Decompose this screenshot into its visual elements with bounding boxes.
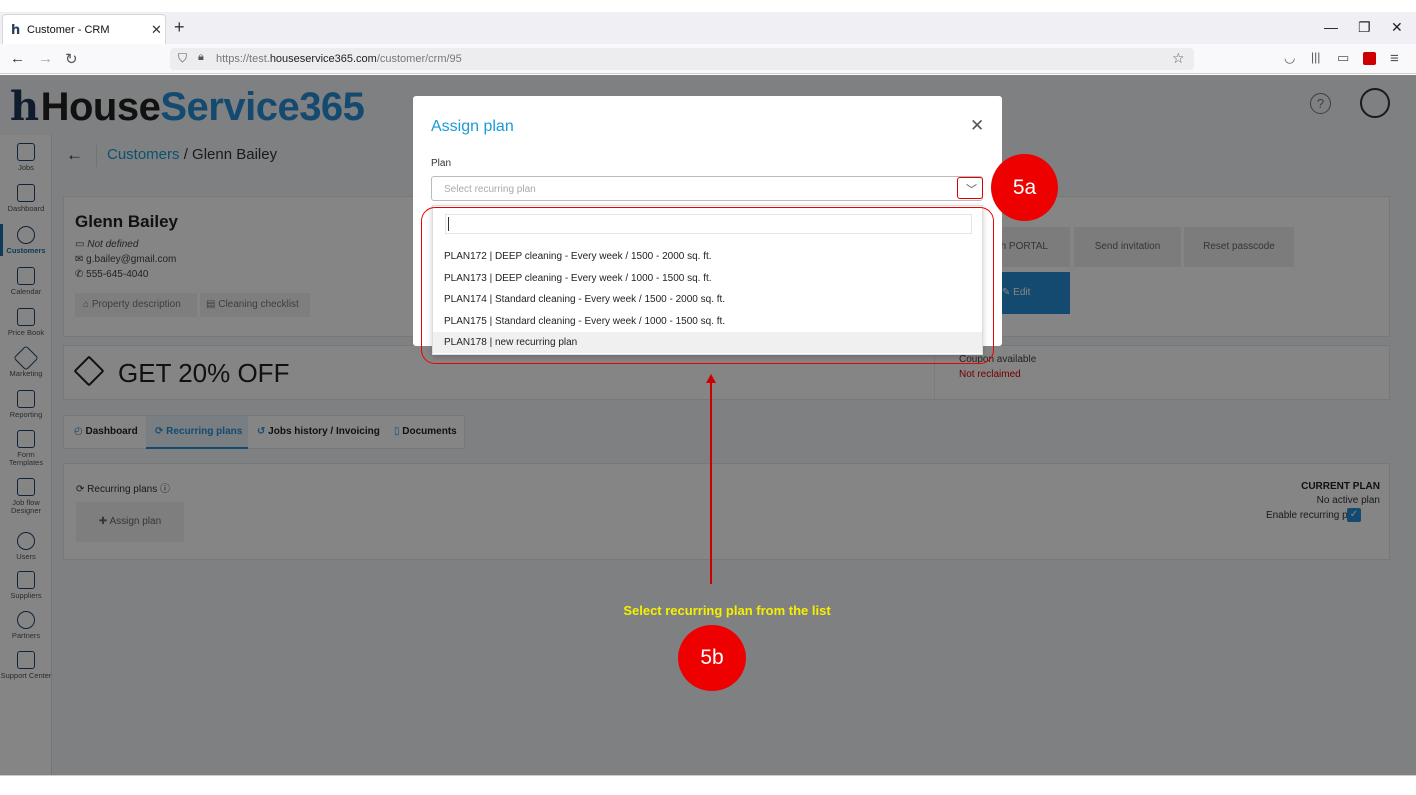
dropdown-toggle[interactable]: ﹀ xyxy=(957,177,983,199)
annotation-badge-5b: 5b xyxy=(678,625,746,691)
plan-select[interactable]: Select recurring plan xyxy=(431,176,983,201)
library-icon[interactable]: ||| xyxy=(1311,50,1320,64)
browser-tab[interactable]: h Customer - CRM ✕ xyxy=(2,14,166,44)
annotation-arrow-line xyxy=(710,382,712,584)
pocket-icon[interactable]: ◡ xyxy=(1284,50,1295,66)
chevron-down-icon: ﹀ xyxy=(966,184,977,196)
browser-nav-bar: ← → ↻ ⛉ 🔒︎ https://test.houseservice365.… xyxy=(0,44,1416,74)
annotation-highlight xyxy=(421,207,994,364)
restore-icon[interactable]: ❐ xyxy=(1358,19,1371,36)
modal-close-icon[interactable]: ✕ xyxy=(970,116,984,136)
annotation-badge-5a: 5a xyxy=(991,154,1058,221)
new-tab-icon[interactable]: + xyxy=(174,17,185,38)
address-bar[interactable]: ⛉ 🔒︎ https://test.houseservice365.com/cu… xyxy=(170,48,1194,70)
site-favicon-icon: h xyxy=(11,23,21,38)
lock-icon: 🔒︎ xyxy=(198,51,204,63)
minimize-icon[interactable]: — xyxy=(1324,19,1338,35)
browser-tab-bar: h Customer - CRM ✕ + — ❐ ✕ xyxy=(0,12,1416,44)
url-text: https://test.houseservice365.com/custome… xyxy=(216,53,462,65)
modal-title: Assign plan xyxy=(431,118,514,135)
plan-select-placeholder: Select recurring plan xyxy=(444,184,536,195)
window-close-icon[interactable]: ✕ xyxy=(1391,19,1403,36)
tab-title: Customer - CRM xyxy=(27,24,110,36)
sidebar-toggle-icon[interactable]: ▭ xyxy=(1337,50,1349,66)
forward-icon[interactable]: → xyxy=(38,50,53,67)
menu-icon[interactable]: ≡ xyxy=(1390,50,1399,67)
bottom-strip xyxy=(0,775,1416,795)
annotation-hint-text: Select recurring plan from the list xyxy=(623,603,831,618)
bookmark-star-icon[interactable]: ☆ xyxy=(1172,50,1185,67)
back-icon[interactable]: ← xyxy=(10,50,25,67)
shield-icon: ⛉ xyxy=(178,51,188,65)
extension-icon[interactable] xyxy=(1363,52,1376,65)
plan-label: Plan xyxy=(431,158,452,169)
tab-close-icon[interactable]: ✕ xyxy=(151,22,162,38)
reload-icon[interactable]: ↻ xyxy=(65,50,78,68)
